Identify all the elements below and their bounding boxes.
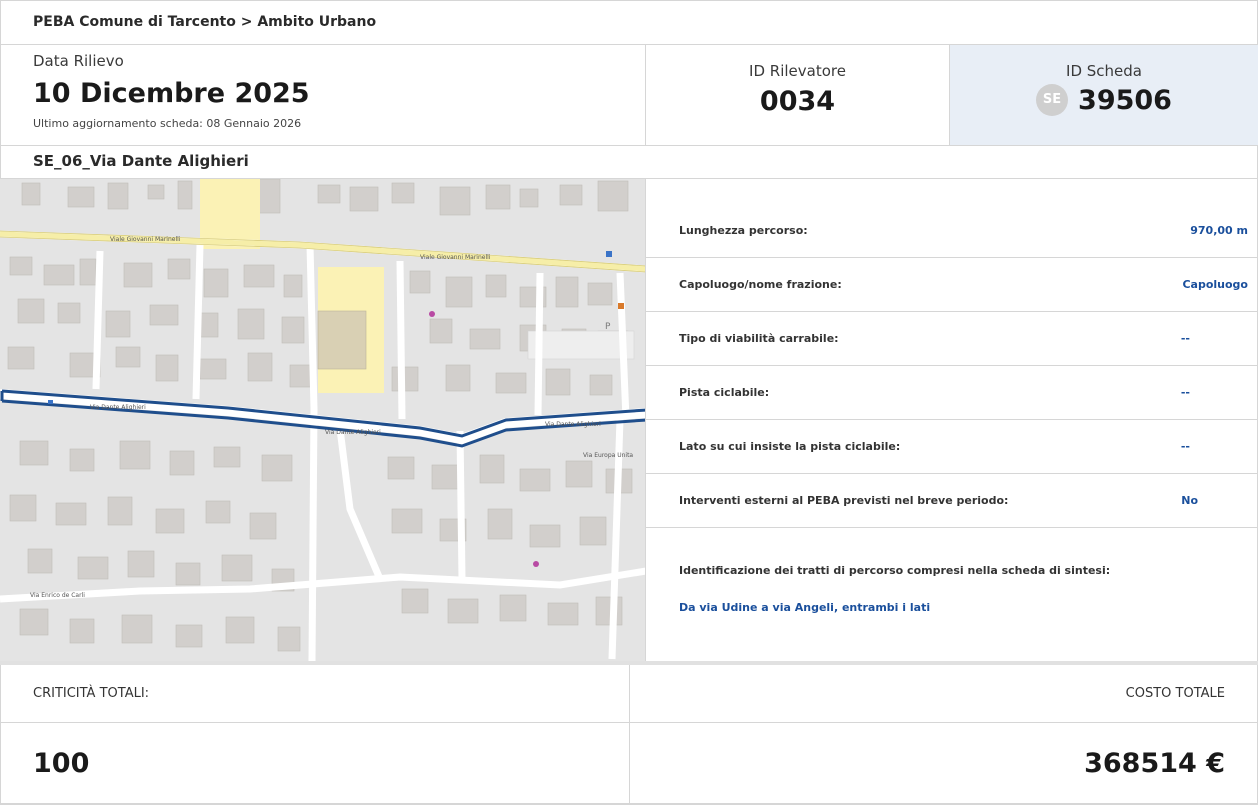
- identification-value: Da via Udine a via Angeli, entrambi i la…: [679, 601, 931, 614]
- detail-label: Interventi esterni al PEBA previsti nel …: [679, 494, 1009, 507]
- road-label-2: Viale Giovanni Marinelli: [420, 254, 491, 261]
- detail-label: Lato su cui insiste la pista ciclabile:: [679, 440, 901, 453]
- detail-row-hamlet: Capoluogo/nome frazione: Capoluogo: [646, 258, 1258, 312]
- detail-label: Capoluogo/nome frazione:: [679, 278, 842, 291]
- detail-value: 970,00 m: [1190, 224, 1248, 237]
- route-map[interactable]: P Viale Giovanni Marinelli Viale Giovann…: [0, 179, 646, 661]
- route-details-panel: Lunghezza percorso: 970,00 m Capoluogo/n…: [646, 179, 1258, 661]
- road-label-6: Via Europa Unita: [583, 452, 633, 459]
- survey-date-panel: Data Rilievo 10 Dicembre 2025 Ultimo agg…: [0, 45, 646, 146]
- total-issues-label: CRITICITÀ TOTALI:: [0, 665, 630, 723]
- total-cost-label: COSTO TOTALE: [630, 665, 1258, 723]
- identification-label: Identificazione dei tratti di percorso c…: [679, 564, 1111, 577]
- surveyor-id-value: 0034: [759, 86, 836, 117]
- detail-row-road-type: Tipo di viabilità carrabile: --: [646, 312, 1258, 366]
- bus-stop-icon: [48, 400, 53, 404]
- breadcrumb: PEBA Comune di Tarcento > Ambito Urbano: [0, 0, 1258, 45]
- detail-row-bike-lane: Pista ciclabile: --: [646, 366, 1258, 420]
- poi-marker-icon: [429, 311, 435, 317]
- poi-marker-icon: [533, 561, 539, 567]
- map-canvas: P Viale Giovanni Marinelli Viale Giovann…: [0, 179, 645, 661]
- sheet-id-value: 39506: [1078, 84, 1172, 116]
- detail-value: No: [1181, 494, 1198, 507]
- road-label-5: Via Dante Alighieri: [545, 421, 601, 428]
- detail-value: --: [1180, 386, 1190, 399]
- sheet-panel: ID Scheda SE 39506: [950, 45, 1258, 146]
- detail-value: --: [1180, 440, 1190, 453]
- last-update-text: Ultimo aggiornamento scheda: 08 Gennaio …: [33, 117, 302, 130]
- road-label-1: Viale Giovanni Marinelli: [110, 236, 181, 243]
- surveyor-id-label: ID Rilevatore: [749, 62, 846, 80]
- detail-label: Pista ciclabile:: [679, 386, 770, 399]
- detail-value: Capoluogo: [1182, 278, 1248, 291]
- detail-row-length: Lunghezza percorso: 970,00 m: [646, 204, 1258, 258]
- street-title: SE_06_Via Dante Alighieri: [0, 146, 1258, 179]
- detail-row-external-works: Interventi esterni al PEBA previsti nel …: [646, 474, 1258, 528]
- road-label-7: Via Enrico de Carli: [30, 592, 85, 599]
- detail-value: --: [1180, 332, 1190, 345]
- shop-icon: [618, 303, 624, 309]
- detail-label: Tipo di viabilità carrabile:: [679, 332, 839, 345]
- survey-date-value: 10 Dicembre 2025: [33, 78, 310, 109]
- sheet-id-label: ID Scheda: [1066, 62, 1142, 80]
- total-cost-value: 368514 €: [630, 723, 1258, 804]
- detail-row-bike-side: Lato su cui insiste la pista ciclabile: …: [646, 420, 1258, 474]
- detail-label: Lunghezza percorso:: [679, 224, 808, 237]
- svg-text:P: P: [605, 322, 611, 332]
- road-label-3: Via Dante Alighieri: [90, 404, 146, 411]
- surveyor-panel: ID Rilevatore 0034: [646, 45, 950, 146]
- sheet-type-badge: SE: [1036, 84, 1069, 116]
- survey-date-label: Data Rilievo: [33, 52, 124, 70]
- bus-stop-icon: [606, 251, 612, 257]
- road-label-4: Via Dante Alighieri: [325, 429, 381, 436]
- sheet-id-row: SE 39506: [950, 84, 1258, 116]
- total-issues-value: 100: [0, 723, 630, 804]
